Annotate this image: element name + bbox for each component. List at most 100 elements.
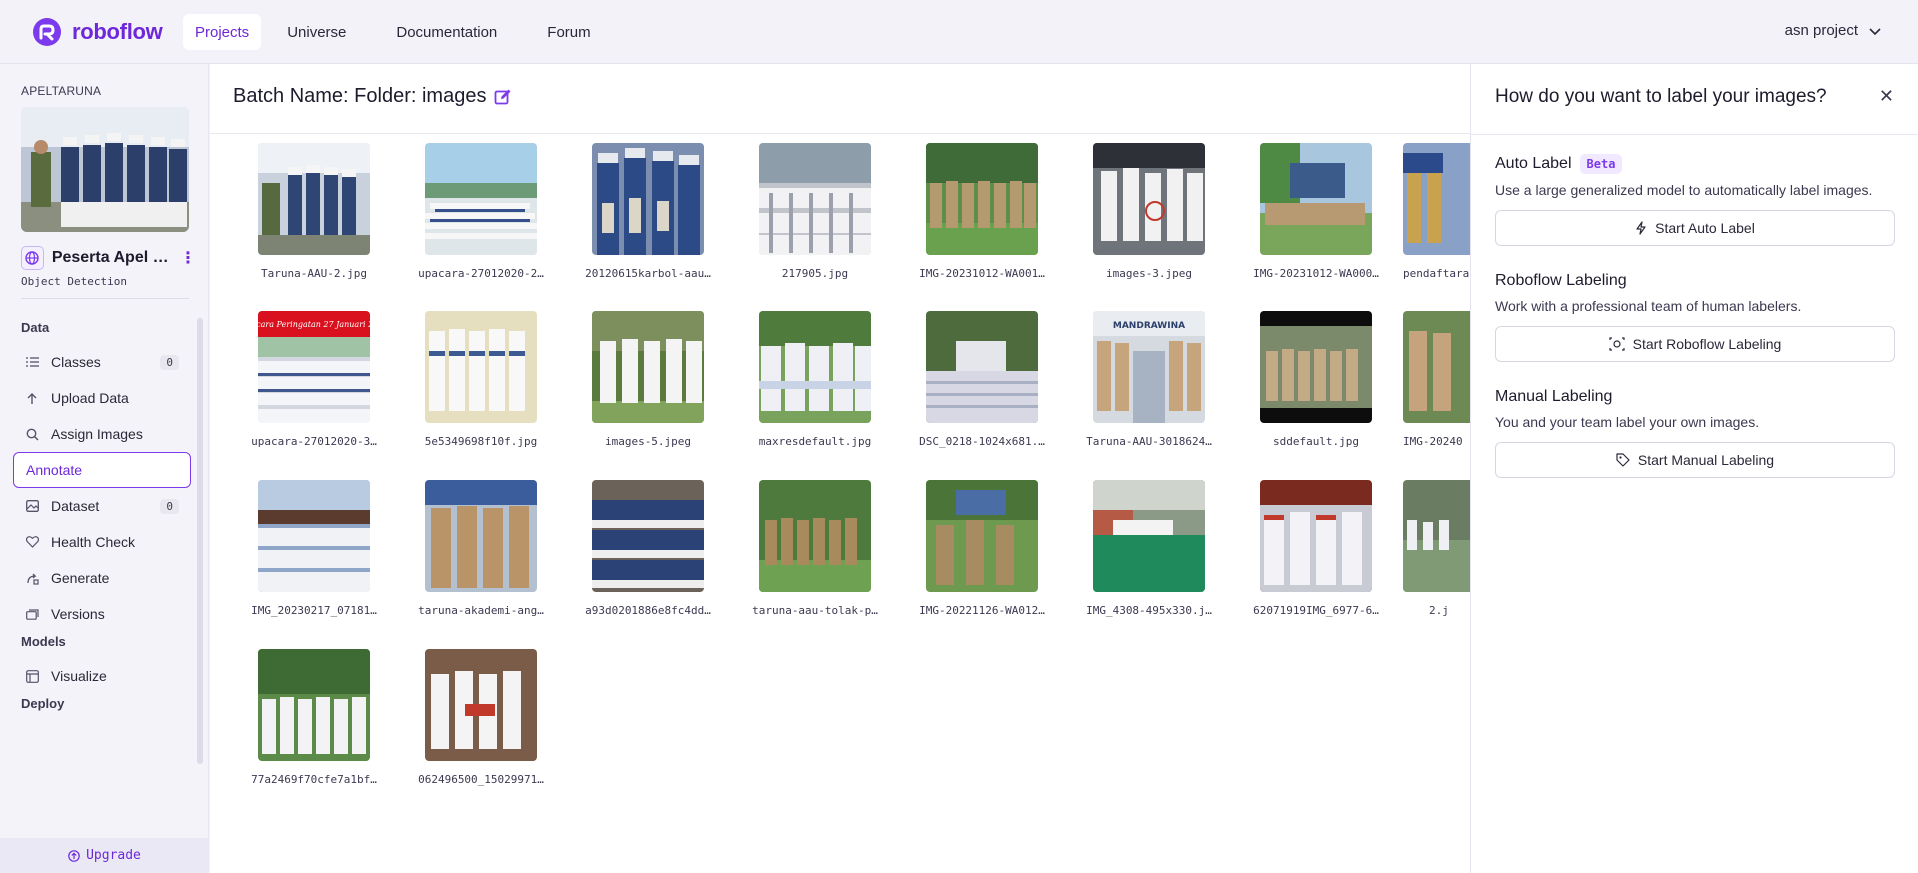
workspace-switcher[interactable]: asn project bbox=[1785, 22, 1882, 39]
roboflow-logo[interactable]: roboflow bbox=[32, 17, 163, 47]
image-tile[interactable]: Upacara Peringatan 27 Januari 2020 upaca… bbox=[234, 311, 394, 448]
logo-text: roboflow bbox=[72, 19, 163, 44]
nav-projects[interactable]: Projects bbox=[183, 14, 262, 50]
upgrade-button[interactable]: Upgrade bbox=[0, 838, 209, 873]
roboflow-labeling-desc: Work with a professional team of human l… bbox=[1495, 298, 1802, 314]
roboflow-labeling-title: Roboflow Labeling bbox=[1495, 272, 1627, 289]
nav-documentation[interactable]: Documentation bbox=[384, 14, 509, 50]
image-filename: Taruna-AAU-2.jpg bbox=[261, 267, 367, 280]
sidebar-item-visualize[interactable]: Visualize bbox=[13, 658, 191, 694]
image-filename: Taruna-AAU-3018624… bbox=[1086, 435, 1212, 448]
image-tile[interactable]: images-3.jpeg bbox=[1069, 143, 1229, 280]
auto-label-desc: Use a large generalized model to automat… bbox=[1495, 182, 1873, 198]
image-tile[interactable]: MANDRAWINA Taruna-AAU-3018624… bbox=[1069, 311, 1229, 448]
chevron-down-icon bbox=[1869, 27, 1881, 35]
more-options-icon[interactable]: ⋮ bbox=[180, 248, 196, 268]
image-tile[interactable]: 217905.jpg bbox=[735, 143, 895, 280]
globe-icon bbox=[21, 246, 44, 270]
image-filename: 5e5349698f10f.jpg bbox=[424, 435, 538, 448]
sidebar-item-label: Upload Data bbox=[51, 390, 129, 406]
sidebar-item-classes[interactable]: Classes 0 bbox=[13, 344, 191, 380]
nav-forum[interactable]: Forum bbox=[535, 14, 602, 50]
image-tile[interactable]: 5e5349698f10f.jpg bbox=[401, 311, 561, 448]
panel-title: How do you want to label your images? bbox=[1495, 86, 1827, 107]
batch-name: Batch Name: Folder: images bbox=[233, 85, 487, 107]
sidebar-item-label: Dataset bbox=[51, 498, 100, 514]
image-filename: 217905.jpg bbox=[781, 267, 849, 280]
image-tile[interactable]: Taruna-AAU-2.jpg bbox=[234, 143, 394, 280]
sidebar-item-upload-data[interactable]: Upload Data bbox=[13, 380, 191, 416]
sidebar-scrollbar[interactable] bbox=[197, 318, 203, 764]
image-tile[interactable]: 20120615karbol-aau… bbox=[568, 143, 728, 280]
close-icon[interactable]: ✕ bbox=[1879, 86, 1894, 107]
image-filename: upacara-27012020-3… bbox=[251, 435, 377, 448]
start-manual-labeling-button[interactable]: Start Manual Labeling bbox=[1495, 442, 1895, 478]
image-tile[interactable]: taruna-aau-tolak-p… bbox=[735, 480, 895, 617]
hangar-text: MANDRAWINA bbox=[1113, 321, 1185, 331]
start-auto-label-button[interactable]: Start Auto Label bbox=[1495, 210, 1895, 246]
image-filename: 77a2469f70cfe7a1bf… bbox=[251, 773, 377, 786]
image-tile[interactable]: a93d0201886e8fc4dd… bbox=[568, 480, 728, 617]
sidebar: APELTARUNA Peserta Apel T... ⋮ Object De… bbox=[0, 64, 209, 873]
image-tile[interactable]: taruna-akademi-ang… bbox=[401, 480, 561, 617]
search-icon bbox=[25, 427, 39, 441]
image-filename: images-3.jpeg bbox=[1105, 267, 1193, 280]
image-tile[interactable]: DSC_0218-1024x681.… bbox=[902, 311, 1062, 448]
image-tile[interactable]: IMG_20230217_07181… bbox=[234, 480, 394, 617]
sidebar-item-health-check[interactable]: Health Check bbox=[13, 524, 191, 560]
section-models: Models bbox=[21, 634, 66, 649]
image-filename: IMG-20221126-WA012… bbox=[919, 604, 1045, 617]
image-tile[interactable]: 62071919IMG_6977-6… bbox=[1236, 480, 1396, 617]
image-tile[interactable]: IMG-20231012-WA000… bbox=[1236, 143, 1396, 280]
beta-badge: Beta bbox=[1579, 154, 1623, 174]
count-badge: 0 bbox=[160, 354, 179, 370]
main-nav: Projects Universe Documentation Forum bbox=[183, 14, 603, 50]
sidebar-item-dataset[interactable]: Dataset 0 bbox=[13, 488, 191, 524]
project-thumbnail[interactable] bbox=[21, 107, 189, 232]
sidebar-item-annotate[interactable]: Annotate bbox=[13, 452, 191, 488]
count-badge: 0 bbox=[160, 498, 179, 514]
image-tile[interactable]: sddefault.jpg bbox=[1236, 311, 1396, 448]
sidebar-item-assign-images[interactable]: Assign Images bbox=[13, 416, 191, 452]
image-filename: 062496500_15029971… bbox=[418, 773, 544, 786]
workspace-label: APELTARUNA bbox=[21, 84, 102, 98]
image-tile[interactable]: IMG-20221126-WA012… bbox=[902, 480, 1062, 617]
section-deploy: Deploy bbox=[21, 696, 65, 711]
start-roboflow-labeling-button[interactable]: Start Roboflow Labeling bbox=[1495, 326, 1895, 362]
nav-universe[interactable]: Universe bbox=[275, 14, 358, 50]
sidebar-item-generate[interactable]: Generate bbox=[13, 560, 191, 596]
image-tile[interactable]: images-5.jpeg bbox=[568, 311, 728, 448]
versions-icon bbox=[25, 607, 39, 621]
visualize-icon bbox=[25, 669, 39, 683]
image-tile[interactable]: maxresdefault.jpg bbox=[735, 311, 895, 448]
image-filename: taruna-akademi-ang… bbox=[418, 604, 544, 617]
image-tile[interactable]: 062496500_15029971… bbox=[401, 649, 561, 786]
image-filename: IMG_4308-495x330.j… bbox=[1086, 604, 1212, 617]
image-tile[interactable]: 2.j bbox=[1403, 480, 1470, 617]
image-tile[interactable]: IMG-20231012-WA001… bbox=[902, 143, 1062, 280]
image-filename: sddefault.jpg bbox=[1272, 435, 1360, 448]
generate-icon bbox=[25, 571, 39, 585]
image-tile[interactable]: 77a2469f70cfe7a1bf… bbox=[234, 649, 394, 786]
batch-title: Batch Name: Folder: images bbox=[233, 85, 512, 108]
top-navbar: roboflow Projects Universe Documentation… bbox=[0, 0, 1918, 64]
image-filename: IMG-20231012-WA001… bbox=[919, 267, 1045, 280]
project-type: Object Detection bbox=[21, 275, 127, 288]
tag-icon bbox=[1616, 453, 1630, 467]
image-tile[interactable]: IMG-20240 bbox=[1403, 311, 1470, 448]
sidebar-item-versions[interactable]: Versions bbox=[13, 596, 191, 632]
edit-icon[interactable] bbox=[494, 88, 512, 106]
divider bbox=[1471, 134, 1918, 135]
sidebar-item-label: Annotate bbox=[26, 462, 83, 478]
manual-labeling-desc: You and your team label your own images. bbox=[1495, 414, 1760, 430]
upgrade-label: Upgrade bbox=[86, 848, 141, 863]
workspace-name: asn project bbox=[1784, 22, 1858, 39]
image-tile[interactable]: pendaftara bbox=[1403, 143, 1470, 280]
image-filename: 20120615karbol-aau… bbox=[585, 267, 711, 280]
dataset-icon bbox=[25, 499, 39, 513]
batch-header: Batch Name: Folder: images bbox=[210, 64, 1470, 134]
image-filename: maxresdefault.jpg bbox=[758, 435, 872, 448]
image-tile[interactable]: IMG_4308-495x330.j… bbox=[1069, 480, 1229, 617]
image-tile[interactable]: upacara-27012020-2… bbox=[401, 143, 561, 280]
image-filename: IMG_20230217_07181… bbox=[251, 604, 377, 617]
